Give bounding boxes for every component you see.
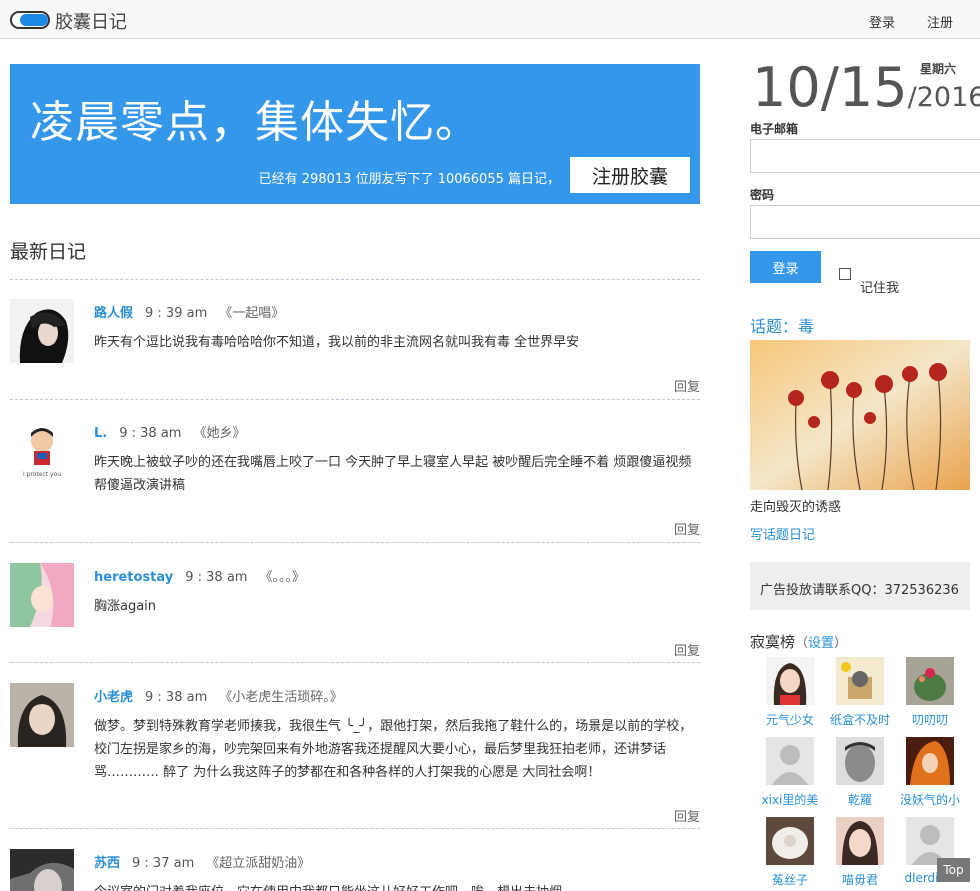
lonely-user[interactable]: 喵毋君: [820, 817, 900, 888]
avatar[interactable]: I protect you: [10, 419, 74, 483]
user-avatar[interactable]: [836, 817, 884, 865]
user-avatar[interactable]: [836, 657, 884, 705]
post-topic[interactable]: 《小老虎生活琐碎。》: [219, 690, 343, 705]
lonely-user[interactable]: xixi里的美: [750, 737, 830, 808]
post-author[interactable]: 小老虎: [94, 690, 133, 705]
user-avatar[interactable]: [836, 737, 884, 785]
post-topic[interactable]: 《超立派甜奶油》: [206, 856, 310, 871]
post-author[interactable]: L.: [94, 426, 107, 441]
lonely-user[interactable]: 菟丝子: [750, 817, 830, 888]
user-name[interactable]: 叨叨叨: [890, 711, 970, 728]
post-meta: heretostay 9 : 38 am 《。。。》: [94, 566, 305, 585]
reply-link[interactable]: 回复: [674, 519, 700, 538]
weekday-label: 星期六: [920, 62, 957, 76]
user-name[interactable]: 喵毋君: [820, 871, 900, 888]
post-body: 胸涨again: [94, 599, 157, 614]
lonely-paren-open: （: [795, 636, 809, 651]
svg-text:I protect you: I protect you: [23, 471, 61, 478]
post-time: 9 : 37 am: [132, 856, 195, 871]
topic-heading[interactable]: 话题：毒: [750, 313, 814, 337]
post-topic[interactable]: 《她乡》: [193, 426, 245, 441]
user-avatar[interactable]: [906, 657, 954, 705]
avatar[interactable]: [10, 849, 74, 891]
lonely-user[interactable]: 元气少女: [750, 657, 830, 728]
password-label: 密码: [750, 188, 775, 202]
user-name[interactable]: xixi里的美: [750, 791, 830, 808]
user-name[interactable]: 纸盒不及时: [820, 711, 900, 728]
login-button[interactable]: 登录: [750, 251, 821, 283]
lonely-ranking-label: 寂寞榜: [750, 633, 796, 651]
lonely-paren-close: ）: [834, 636, 848, 651]
register-link[interactable]: 注册: [927, 12, 953, 31]
post-meta: 苏西 9 : 37 am 《超立派甜奶油》: [94, 852, 310, 871]
reply-link[interactable]: 回复: [674, 640, 700, 659]
post-time: 9 : 38 am: [145, 690, 208, 705]
date-month-day: 10/15: [752, 56, 908, 119]
banner-title: 凌晨零点，集体失忆。: [30, 97, 480, 148]
date-year: /2016: [907, 82, 980, 113]
post-time: 9 : 38 am: [185, 570, 248, 585]
avatar[interactable]: [10, 683, 74, 747]
post-time: 9 : 39 am: [145, 306, 208, 321]
divider: [10, 662, 700, 663]
post-meta: L. 9 : 38 am 《她乡》: [94, 422, 245, 441]
post-meta: 路人假 9 : 39 am 《一起唱》: [94, 302, 284, 321]
lonely-user[interactable]: 乾羅: [820, 737, 900, 808]
post-body: 昨天晚上被蚊子吵的还在我嘴唇上咬了一口 今天肿了早上寝室人早起 被吵醒后完全睡不…: [94, 455, 692, 493]
capsule-logo-icon[interactable]: [10, 11, 50, 29]
avatar[interactable]: [10, 299, 74, 363]
remember-me-label: 记住我: [860, 281, 900, 296]
user-name[interactable]: 没妖气的小: [890, 791, 970, 808]
register-capsule-button[interactable]: 注册胶囊: [570, 157, 690, 193]
avatar[interactable]: [10, 563, 74, 627]
feed-title: 最新日记: [10, 241, 87, 263]
lonely-ranking-title: 寂寞榜（设置）: [750, 631, 847, 652]
post-body: 今议室的门对着我座位，它在使用中我都只能坐这儿好好工作吧，唉，想出去抽烟: [94, 881, 700, 891]
topic-image[interactable]: [750, 340, 970, 490]
post-author[interactable]: 路人假: [94, 306, 133, 321]
password-field[interactable]: [750, 205, 980, 239]
ad-box: 广告投放请联系QQ：372536236: [750, 562, 970, 610]
post-author[interactable]: 苏西: [94, 856, 120, 871]
user-name[interactable]: 元气少女: [750, 711, 830, 728]
lonely-settings-link[interactable]: 设置: [808, 636, 834, 651]
reply-link[interactable]: 回复: [674, 376, 700, 395]
user-avatar[interactable]: [906, 737, 954, 785]
divider: [10, 279, 700, 280]
post-body: 做梦。梦到特殊教育学老师揍我，我很生气 ╰_╯，跟他打架，然后我拖了鞋什么的，场…: [94, 719, 693, 780]
post-author[interactable]: heretostay: [94, 570, 173, 585]
email-field[interactable]: [750, 139, 980, 173]
banner-stats-text: 已经有 298013 位朋友写下了 10066055 篇日记，: [258, 172, 560, 187]
hero-banner: 凌晨零点，集体失忆。 已经有 298013 位朋友写下了 10066055 篇日…: [10, 64, 700, 204]
post-topic[interactable]: 《一起唱》: [219, 306, 284, 321]
post-meta: 小老虎 9 : 38 am 《小老虎生活琐碎。》: [94, 686, 343, 705]
topic-caption: 走向毁灭的诱惑: [750, 500, 842, 515]
post-body: 昨天有个逗比说我有毒哈哈哈你不知道，我以前的非主流网名就叫我有毒 全世界早安: [94, 335, 580, 350]
user-name[interactable]: 菟丝子: [750, 871, 830, 888]
top-navbar: 胶囊日记 登录 注册: [0, 0, 980, 39]
divider: [10, 828, 700, 829]
user-name[interactable]: 乾羅: [820, 791, 900, 808]
post-topic[interactable]: 《。。。》: [259, 570, 305, 585]
remember-me-checkbox[interactable]: [839, 268, 851, 280]
lonely-user[interactable]: 叨叨叨: [890, 657, 970, 728]
login-link[interactable]: 登录: [869, 12, 895, 31]
post-time: 9 : 38 am: [119, 426, 182, 441]
back-to-top-button[interactable]: Top: [937, 858, 970, 882]
user-avatar[interactable]: [766, 657, 814, 705]
lonely-user[interactable]: 没妖气的小: [890, 737, 970, 808]
site-logo-text[interactable]: 胶囊日记: [55, 8, 127, 34]
user-avatar[interactable]: [766, 817, 814, 865]
divider: [10, 542, 700, 543]
email-label: 电子邮箱: [750, 122, 799, 136]
lonely-user[interactable]: 纸盒不及时: [820, 657, 900, 728]
write-topic-diary-link[interactable]: 写话题日记: [750, 524, 815, 543]
divider: [10, 399, 700, 400]
reply-link[interactable]: 回复: [674, 806, 700, 825]
user-avatar[interactable]: [766, 737, 814, 785]
